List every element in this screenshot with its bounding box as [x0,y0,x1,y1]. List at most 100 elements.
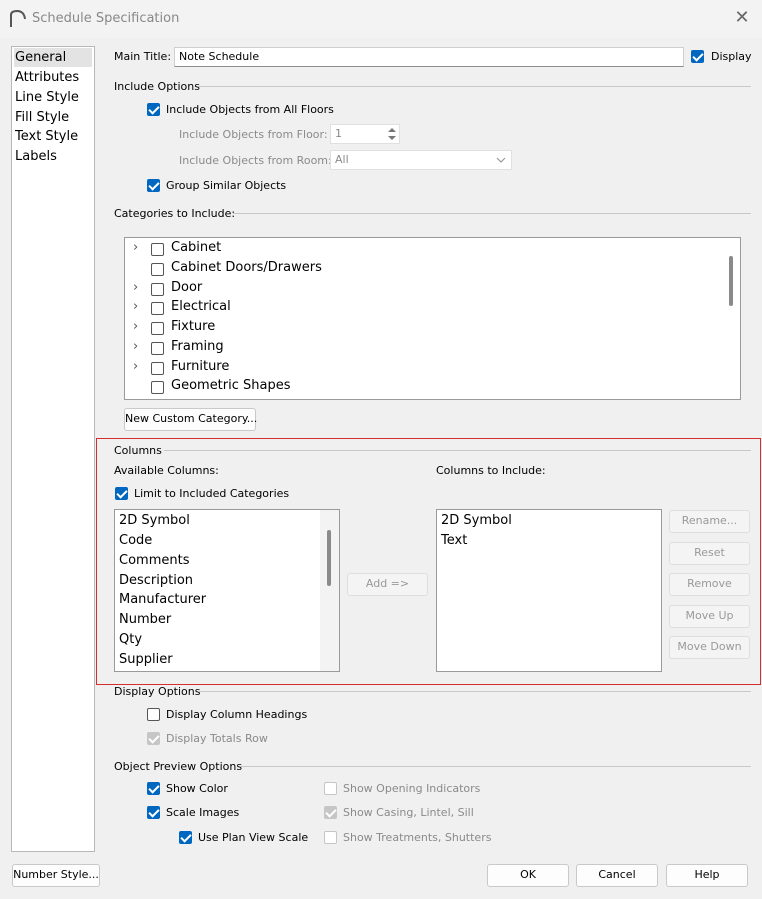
scale-images-label: Scale Images [166,806,240,819]
sidebar-item-attributes[interactable]: Attributes [14,68,80,87]
category-checkbox[interactable] [151,322,164,335]
ok-button[interactable]: OK [487,864,569,887]
category-checkbox[interactable] [151,263,164,276]
show-color-checkbox[interactable] [147,782,160,795]
list-item[interactable]: Number [119,612,171,627]
list-item[interactable]: Supplier [119,652,173,667]
totals-row-label: Display Totals Row [166,732,268,745]
sidebar-item-text-style[interactable]: Text Style [14,127,79,146]
chevron-right-icon[interactable]: › [133,240,145,255]
chevron-right-icon[interactable]: › [133,299,145,314]
categories-scrollbar[interactable] [729,256,733,306]
close-icon[interactable]: ✕ [734,9,750,27]
list-item[interactable]: Comments [119,553,189,568]
list-item[interactable]: 2D Symbol [441,513,512,528]
casing-label: Show Casing, Lintel, Sill [343,806,474,819]
columns-divider [164,450,751,451]
columns-to-include-list[interactable]: 2D Symbol Text [436,509,662,672]
columns-to-include-label: Columns to Include: [436,464,546,477]
help-button[interactable]: Help [666,864,748,887]
category-label: Furniture [171,359,230,374]
category-label: Door [171,280,203,295]
chevron-right-icon[interactable]: › [133,280,145,295]
list-item[interactable]: Qty [119,632,142,647]
display-options-header: Display Options [114,685,201,698]
category-checkbox[interactable] [151,302,164,315]
available-columns-label: Available Columns: [114,464,219,477]
category-checkbox[interactable] [151,243,164,256]
sidebar-item-labels[interactable]: Labels [14,147,58,166]
reset-button[interactable]: Reset [669,542,750,565]
from-room-label: Include Objects from Room: [179,154,332,167]
scale-images-checkbox[interactable] [147,806,160,819]
window-title: Schedule Specification [32,11,180,26]
opening-indicators-label: Show Opening Indicators [343,782,481,795]
display-checkbox[interactable] [691,50,704,63]
preview-options-divider [240,766,751,767]
sidebar-item-fill-style[interactable]: Fill Style [14,108,70,127]
opening-indicators-checkbox[interactable] [324,782,337,795]
sidebar-item-general[interactable]: General [14,48,92,67]
all-floors-checkbox[interactable] [147,103,160,116]
available-scrollbar[interactable] [327,530,331,586]
app-logo-icon [10,9,26,27]
remove-button[interactable]: Remove [669,573,750,596]
plan-view-scale-label: Use Plan View Scale [198,831,309,844]
include-options-divider [198,86,751,87]
columns-header: Columns [114,444,162,457]
include-options-header: Include Options [114,80,200,93]
list-item[interactable]: Code [119,533,152,548]
categories-divider [233,213,751,214]
categories-tree[interactable]: › Cabinet Cabinet Doors/Drawers › Door › El… [124,237,741,400]
main-title-label: Main Title: [114,50,172,63]
casing-checkbox[interactable] [324,806,337,819]
display-options-divider [198,691,751,692]
column-headings-checkbox[interactable] [147,708,160,721]
all-floors-label: Include Objects from All Floors [166,103,334,116]
limit-categories-checkbox[interactable] [115,487,128,500]
from-room-select[interactable]: All [330,150,512,170]
group-similar-checkbox[interactable] [147,179,160,192]
category-checkbox[interactable] [151,283,164,296]
rename-button[interactable]: Rename... [669,510,750,533]
list-item[interactable]: Text [441,533,467,548]
group-similar-label: Group Similar Objects [166,179,287,192]
cancel-button[interactable]: Cancel [576,864,658,887]
move-up-button[interactable]: Move Up [669,605,750,628]
chevron-right-icon[interactable]: › [133,359,145,374]
number-style-button[interactable]: Number Style... [12,864,100,887]
plan-view-scale-checkbox[interactable] [179,831,192,844]
list-item[interactable]: Description [119,573,193,588]
chevron-down-icon [496,157,506,163]
treatments-label: Show Treatments, Shutters [343,831,492,844]
sidebar-item-line-style[interactable]: Line Style [14,88,80,107]
available-columns-list[interactable]: 2D Symbol Code Comments Description Manu… [114,509,340,672]
column-headings-label: Display Column Headings [166,708,308,721]
limit-categories-label: Limit to Included Categories [134,487,290,500]
category-checkbox[interactable] [151,381,164,394]
treatments-checkbox[interactable] [324,831,337,844]
move-down-button[interactable]: Move Down [669,636,750,659]
from-floor-label: Include Objects from Floor: [179,128,328,141]
add-column-button[interactable]: Add => [347,573,428,596]
category-checkbox[interactable] [151,362,164,375]
chevron-right-icon[interactable]: › [133,339,145,354]
category-label: Fixture [171,319,216,334]
category-label: Cabinet [171,240,222,255]
list-item[interactable]: 2D Symbol [119,513,190,528]
totals-row-checkbox[interactable] [147,732,160,745]
categories-header: Categories to Include: [114,207,236,220]
spinner-arrows-icon[interactable] [386,126,398,142]
preview-options-header: Object Preview Options [114,760,243,773]
sidebar: General Attributes Line Style Fill Style… [11,46,95,852]
category-label: Cabinet Doors/Drawers [171,260,322,275]
display-label: Display [711,50,752,63]
main-title-input[interactable]: Note Schedule [174,47,684,67]
category-checkbox[interactable] [151,342,164,355]
chevron-right-icon[interactable]: › [133,319,145,334]
list-item[interactable]: Manufacturer [119,592,206,607]
show-color-label: Show Color [166,782,228,795]
category-label: Framing [171,339,224,354]
new-custom-category-button[interactable]: New Custom Category... [124,408,257,431]
category-label: Electrical [171,299,231,314]
